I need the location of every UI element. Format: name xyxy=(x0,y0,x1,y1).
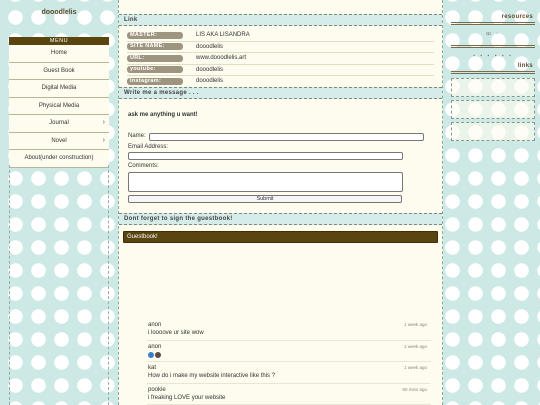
menu-item-label: About(under construction) xyxy=(24,155,94,161)
info-value: LIS AKA LISANDRA xyxy=(196,32,250,38)
comments-label: Comments: xyxy=(128,162,159,169)
info-key: URL: xyxy=(127,54,183,62)
left-sidebar: dooodlelis MENU Home Guest Book Digital … xyxy=(9,0,109,405)
entry-author: anon xyxy=(148,322,162,328)
entry-author: kat xyxy=(148,365,157,371)
name-input[interactable] xyxy=(149,132,424,141)
info-value: dooodlelis xyxy=(196,78,224,84)
guestbook-entry: pookie i freaking LOVE your website 60 m… xyxy=(147,384,431,405)
menu-item-label: Novel xyxy=(51,137,67,144)
guestbook-entry: kat How do i make my website interactive… xyxy=(147,362,431,384)
info-value: dooodlelis xyxy=(196,66,224,73)
comments-textarea[interactable] xyxy=(128,171,403,192)
chevron-right-icon: › xyxy=(102,136,105,144)
entry-time: 1 week ago xyxy=(403,365,427,370)
entry-time: 60 mins ago xyxy=(402,386,427,392)
info-value: dooodlelis xyxy=(196,43,224,50)
message-section-header: Write me a message . . . xyxy=(119,86,442,99)
menu-item-novel[interactable]: Novel › xyxy=(9,132,109,150)
menu-item-physical-media[interactable]: Physical Media xyxy=(9,97,109,115)
menu-header: MENU xyxy=(9,37,109,45)
links-title: links xyxy=(517,63,533,69)
info-row-master: MASTER: LIS AKA LISANDRA xyxy=(127,30,434,42)
right-sidebar: resources ꝏ ▫ ▪ ▪ ▪ ▪ ▪ ▪ links xyxy=(451,0,535,405)
info-key: Instagram: xyxy=(127,77,183,85)
menu-item-guest-book[interactable]: Guest Book xyxy=(9,62,109,80)
info-key: youtube: xyxy=(127,66,183,73)
info-row-site-name: SITE NAME: dooodlelis xyxy=(127,42,434,53)
menu-item-digital-media[interactable]: Digital Media xyxy=(9,80,109,98)
menu-item-label: Digital Media xyxy=(41,85,77,91)
link-box[interactable] xyxy=(451,78,535,97)
guestbook-entry: anon i loooove ur site wow 1 week ago xyxy=(147,319,431,341)
entry-message: How do i make my website interactive lik… xyxy=(148,373,276,379)
email-input[interactable] xyxy=(128,151,403,160)
info-row-youtube: youtube: dooodlelis xyxy=(127,65,434,76)
entry-author: anon xyxy=(148,343,162,350)
guestbook-section-header: Dont forget to sign the guestbook! xyxy=(119,212,442,225)
menu-item-journal[interactable]: Journal › xyxy=(9,115,109,133)
email-label: Email Address: xyxy=(128,143,169,150)
entry-time: 1 week ago xyxy=(403,343,427,349)
entry-message: i loooove ur site wow xyxy=(148,330,204,336)
entry-message: i freaking LOVE your website xyxy=(148,394,226,401)
menu-item-label: Journal xyxy=(49,120,69,126)
entry-time: 1 week ago xyxy=(403,322,427,327)
face-emoji-icon xyxy=(155,351,161,358)
main-content: Link MASTER: LIS AKA LISANDRA SITE NAME:… xyxy=(118,0,443,405)
guestbook-entries: anon i loooove ur site wow 1 week ago an… xyxy=(147,319,431,405)
link-box[interactable] xyxy=(451,100,535,119)
message-form: ask me anything u want! Name: Email Addr… xyxy=(119,99,442,213)
guestbook-entry: anon 1 week ago xyxy=(147,341,431,362)
entry-message xyxy=(148,351,162,359)
link-section-header: Link xyxy=(119,14,442,26)
name-label: Name: xyxy=(128,132,146,139)
entry-author: pookie xyxy=(148,386,166,393)
globe-emoji-icon xyxy=(148,351,154,358)
link-box[interactable] xyxy=(451,122,535,141)
info-key: MASTER: xyxy=(127,31,183,39)
menu-item-label: Home xyxy=(50,50,67,56)
info-key: SITE NAME: xyxy=(127,43,183,50)
divider xyxy=(451,71,535,74)
menu-item-label: Guest Book xyxy=(43,67,75,74)
menu-item-home[interactable]: Home xyxy=(9,45,109,63)
info-row-url: URL: www.dooodlelis.art xyxy=(127,53,434,65)
site-title: dooodlelis xyxy=(41,9,77,16)
menu-item-label: Physical Media xyxy=(38,102,80,109)
info-row-instagram: Instagram: dooodlelis xyxy=(127,76,434,87)
resources-title: resources xyxy=(501,14,533,20)
sidebar-border xyxy=(9,165,109,405)
info-value-link[interactable]: www.dooodlelis.art xyxy=(196,53,246,64)
top-spacer xyxy=(119,0,442,14)
chevron-right-icon: › xyxy=(102,119,105,126)
form-title: ask me anything u want! xyxy=(128,111,198,118)
submit-button[interactable]: Submit xyxy=(128,194,402,203)
guestbook-title-bar: Guestbook! xyxy=(123,230,438,243)
